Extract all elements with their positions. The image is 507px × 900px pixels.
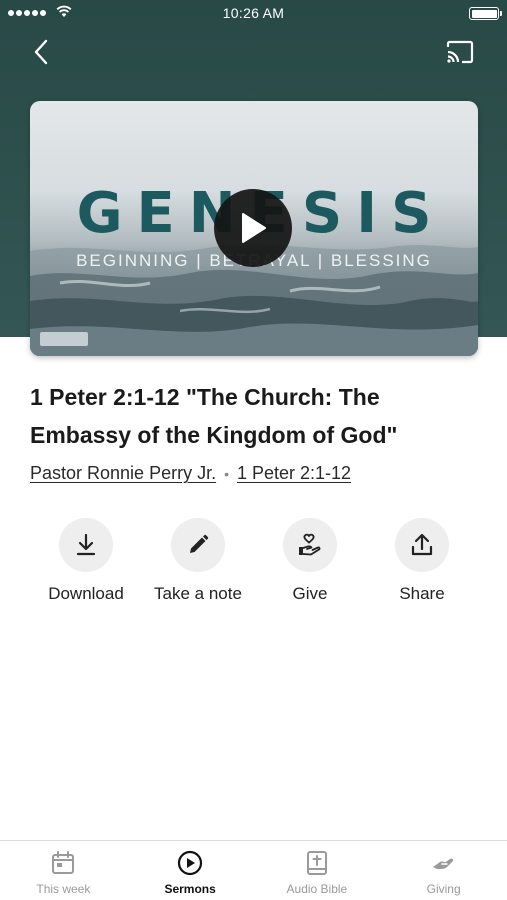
give-button[interactable]: Give	[254, 518, 366, 604]
heart-hand-icon	[299, 533, 321, 556]
status-time: 10:26 AM	[222, 5, 285, 21]
tab-this-week[interactable]: This week	[0, 841, 127, 900]
download-button[interactable]: Download	[30, 518, 142, 604]
share-button[interactable]: Share	[366, 518, 478, 604]
speaker-link[interactable]: Pastor Ronnie Perry Jr.	[30, 463, 216, 484]
play-icon	[242, 213, 266, 243]
tab-audio-bible-label: Audio Bible	[286, 882, 348, 896]
share-icon	[411, 533, 433, 556]
download-icon	[76, 533, 96, 556]
tab-sermons[interactable]: Sermons	[127, 841, 254, 900]
sermon-meta: Pastor Ronnie Perry Jr. • 1 Peter 2:1-12	[30, 463, 351, 484]
download-label: Download	[48, 584, 124, 603]
cast-button[interactable]	[444, 38, 476, 66]
sermon-title: 1 Peter 2:1-12 "The Church: The Embassy …	[30, 384, 398, 448]
meta-separator: •	[224, 465, 229, 482]
tab-sermons-label: Sermons	[164, 882, 216, 896]
status-bar: 10:26 AM	[0, 0, 507, 28]
bottom-tab-bar: This week Sermons Audio Bible Giving	[0, 840, 507, 900]
church-logo	[40, 332, 88, 346]
battery-icon	[469, 7, 502, 20]
cast-icon	[446, 40, 474, 64]
calendar-icon	[52, 851, 75, 874]
give-circle	[283, 518, 337, 572]
take-note-button[interactable]: Take a note	[142, 518, 254, 604]
download-circle	[59, 518, 113, 572]
play-circle-icon	[178, 850, 203, 876]
play-button[interactable]	[214, 189, 292, 267]
give-label: Give	[292, 584, 328, 603]
tab-giving-label: Giving	[426, 882, 461, 896]
share-label: Share	[399, 584, 445, 603]
sermon-actions: Download Take a note Give Share	[30, 518, 478, 614]
tab-giving[interactable]: Giving	[380, 841, 507, 900]
take-note-circle	[171, 518, 225, 572]
scripture-link[interactable]: 1 Peter 2:1-12	[237, 463, 351, 484]
tab-audio-bible[interactable]: Audio Bible	[254, 841, 381, 900]
take-note-label: Take a note	[154, 584, 242, 603]
chevron-left-icon	[34, 39, 48, 65]
tab-this-week-label: This week	[36, 882, 91, 896]
giving-hand-icon	[432, 858, 453, 869]
share-circle	[395, 518, 449, 572]
bible-icon	[306, 851, 327, 875]
back-button[interactable]	[26, 36, 56, 68]
pencil-icon	[190, 534, 209, 553]
